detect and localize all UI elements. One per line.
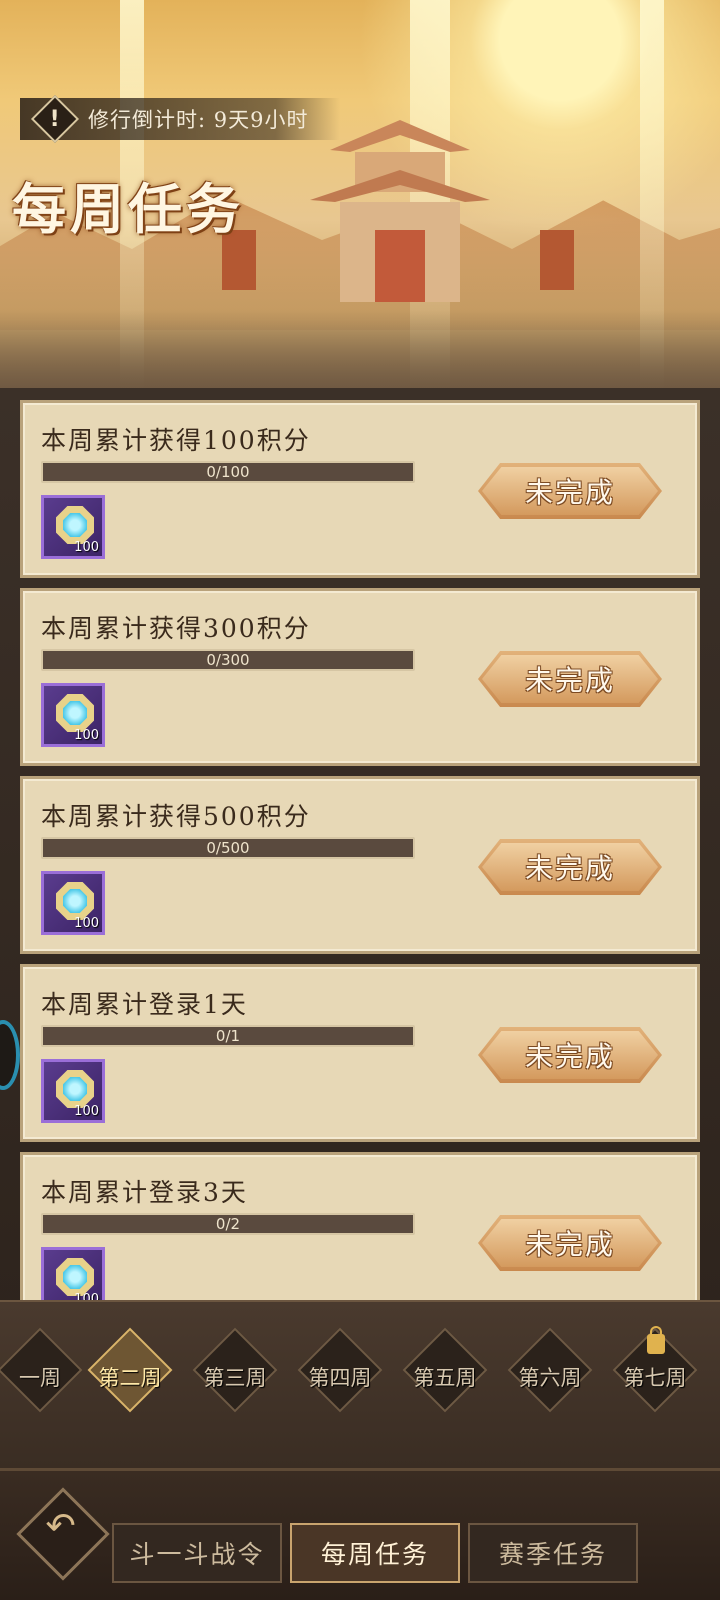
task-status-button[interactable]: 未完成: [478, 839, 662, 895]
week-tab-4[interactable]: 第四周: [288, 1327, 392, 1413]
week-label: 第二周: [98, 1366, 162, 1390]
progress-bar: 0/500: [41, 837, 415, 859]
gem-icon: [56, 1258, 94, 1296]
tab-battle-pass[interactable]: 斗一斗战令: [112, 1523, 282, 1583]
gem-icon: [56, 506, 94, 544]
task-status-button[interactable]: 未完成: [478, 1215, 662, 1271]
page-title: 每周任务: [12, 177, 244, 241]
ground-art: [0, 310, 720, 400]
tab-season-tasks[interactable]: 赛季任务: [468, 1523, 638, 1583]
week-label: 第三周: [203, 1366, 267, 1390]
week-selector: 一周 第二周 第三周 第四周 第五周 第六周 第七周: [0, 1300, 720, 1468]
task-card: 本周累计获得300积分 0/300 100 未完成: [20, 588, 700, 766]
reward-quantity: 100: [74, 1104, 99, 1119]
week-tab-7[interactable]: 第七周: [603, 1326, 707, 1413]
task-list[interactable]: 本周累计获得100积分 0/100 100 未完成 本周累计获得300积分 0/…: [0, 388, 720, 1328]
task-status-label: 未完成: [524, 1228, 615, 1261]
week-label: 第七周: [623, 1366, 687, 1390]
week-tab-2[interactable]: 第二周: [78, 1327, 182, 1413]
progress-bar: 0/100: [41, 461, 415, 483]
task-status-label: 未完成: [524, 852, 615, 885]
progress-text: 0/100: [206, 463, 250, 481]
reward-quantity: 100: [74, 540, 99, 555]
countdown-label: 修行倒计时: 9天9小时: [88, 108, 309, 132]
reward-quantity: 100: [74, 728, 99, 743]
gem-icon: [56, 882, 94, 920]
task-status-button[interactable]: 未完成: [478, 463, 662, 519]
gem-icon: [56, 694, 94, 732]
progress-text: 0/300: [206, 651, 250, 669]
task-title: 本周累计获得500积分: [41, 802, 311, 831]
reward-item[interactable]: 100: [41, 1059, 105, 1123]
task-card: 本周累计登录1天 0/1 100 未完成: [20, 964, 700, 1142]
reward-quantity: 100: [74, 916, 99, 931]
reward-item[interactable]: 100: [41, 871, 105, 935]
tower-art: [540, 230, 574, 290]
progress-text: 0/2: [215, 1215, 241, 1233]
week-label: 第六周: [518, 1366, 582, 1390]
task-title: 本周累计登录3天: [41, 1178, 248, 1207]
task-status-label: 未完成: [524, 664, 615, 697]
back-button[interactable]: ↶: [16, 1487, 110, 1581]
week-label: 一周: [19, 1366, 61, 1390]
progress-text: 0/500: [206, 839, 250, 857]
task-title: 本周累计登录1天: [41, 990, 248, 1019]
progress-bar: 0/300: [41, 649, 415, 671]
task-status-label: 未完成: [524, 476, 615, 509]
progress-bar: 0/1: [41, 1025, 415, 1047]
task-title: 本周累计获得100积分: [41, 426, 311, 455]
reward-item[interactable]: 100: [41, 683, 105, 747]
task-status-label: 未完成: [524, 1040, 615, 1073]
task-status-button[interactable]: 未完成: [478, 1027, 662, 1083]
week-tab-3[interactable]: 第三周: [183, 1327, 287, 1413]
countdown-bar: ! 修行倒计时: 9天9小时: [20, 94, 340, 144]
back-arrow-icon: ↶: [45, 1506, 76, 1548]
week-label: 第四周: [308, 1366, 372, 1390]
exclamation-icon: !: [30, 94, 80, 144]
gem-icon: [56, 1070, 94, 1108]
progress-text: 0/1: [215, 1027, 241, 1045]
week-tab-5[interactable]: 第五周: [393, 1327, 497, 1413]
tab-weekly-tasks[interactable]: 每周任务: [290, 1523, 460, 1583]
progress-bar: 0/2: [41, 1213, 415, 1235]
week-label: 第五周: [413, 1366, 477, 1390]
task-card: 本周累计获得500积分 0/500 100 未完成: [20, 776, 700, 954]
task-card: 本周累计获得100积分 0/100 100 未完成: [20, 400, 700, 578]
reward-item[interactable]: 100: [41, 495, 105, 559]
bottom-nav: ↶ 斗一斗战令 每周任务 赛季任务: [0, 1468, 720, 1600]
week-tab-6[interactable]: 第六周: [498, 1327, 602, 1413]
task-status-button[interactable]: 未完成: [478, 651, 662, 707]
task-title: 本周累计获得300积分: [41, 614, 311, 643]
lock-icon: [647, 1326, 665, 1354]
